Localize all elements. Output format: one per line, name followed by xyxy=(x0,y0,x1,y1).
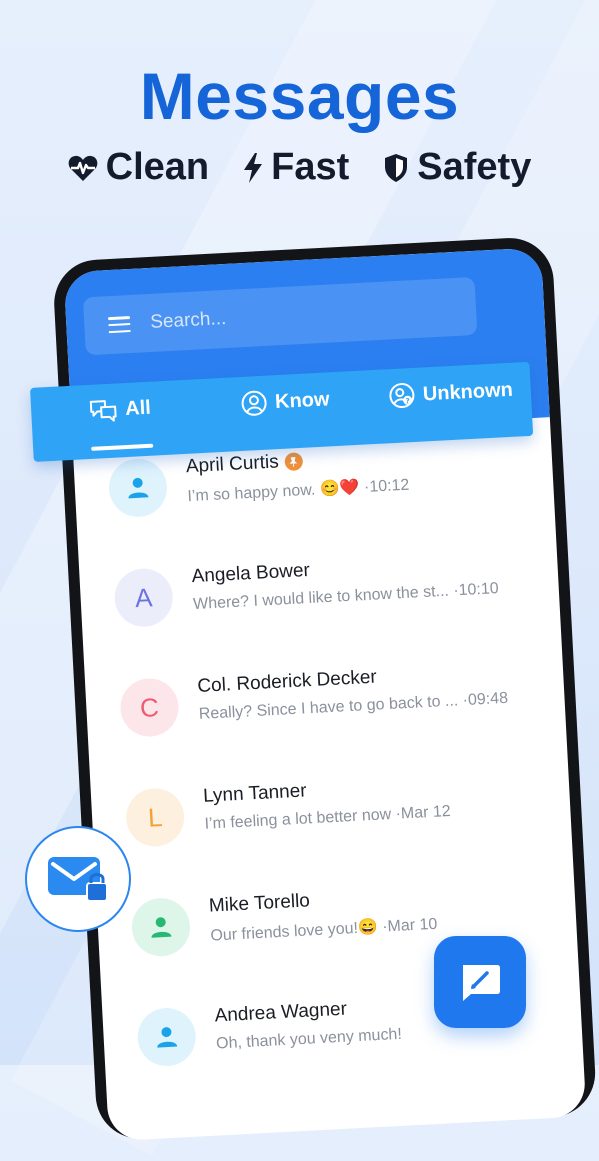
secure-mail-badge xyxy=(25,826,131,932)
compose-button[interactable] xyxy=(434,936,526,1028)
mail-lock-icon xyxy=(48,857,108,902)
feature-list: Clean Fast Safety xyxy=(0,146,599,189)
contact-name: Mike Torello xyxy=(208,890,311,917)
tab-all[interactable]: All xyxy=(89,396,152,423)
person-icon xyxy=(157,1027,178,1048)
avatar xyxy=(136,1006,198,1068)
message-preview: Our friends love you!😄 ·Mar 10 xyxy=(210,915,438,945)
tab-label: Unknown xyxy=(422,378,514,405)
menu-icon[interactable] xyxy=(107,315,131,334)
shield-icon xyxy=(385,153,408,182)
conversation-item-lynn-tanner[interactable]: L Lynn Tanner I’m feeling a lot better n… xyxy=(124,758,548,860)
contact-name: Andrea Wagner xyxy=(214,998,348,1027)
person-icon xyxy=(151,917,172,938)
active-tab-indicator xyxy=(91,443,154,451)
unknown-person-icon: ? xyxy=(389,383,415,409)
feature-label: Safety xyxy=(417,146,532,188)
feature-safety: Safety xyxy=(383,146,531,189)
page-title: Messages xyxy=(139,59,460,133)
message-preview: Oh, thank you veny much! xyxy=(215,1025,403,1053)
tab-unknown[interactable]: ? Unknown xyxy=(388,377,513,409)
pin-icon xyxy=(284,452,304,472)
tab-know[interactable]: Know xyxy=(240,386,330,417)
tab-label: Know xyxy=(274,387,330,413)
feature-fast: Fast xyxy=(243,146,349,189)
avatar xyxy=(107,457,169,519)
contact-name-text: April Curtis xyxy=(185,451,280,478)
contact-name: Col. Roderick Decker xyxy=(196,666,378,697)
compose-icon xyxy=(463,965,500,1001)
search-bar[interactable]: Search... xyxy=(82,276,478,356)
avatar-letter: A xyxy=(113,567,175,629)
chat-bubbles-icon xyxy=(89,400,117,422)
avatar-letter: C xyxy=(118,677,180,738)
contact-name: April Curtis xyxy=(185,450,304,478)
bolt-icon xyxy=(244,152,263,183)
conversation-item-angela-bower[interactable]: A Angela Bower Where? I would like to kn… xyxy=(113,538,537,640)
contact-name: Lynn Tanner xyxy=(202,780,308,807)
avatar xyxy=(130,896,192,958)
search-placeholder: Search... xyxy=(149,307,227,333)
svg-text:?: ? xyxy=(405,397,409,405)
feature-clean: Clean xyxy=(68,146,209,189)
feature-label: Fast xyxy=(271,146,350,188)
feature-label: Clean xyxy=(105,146,210,188)
message-preview: I’m feeling a lot better now ·Mar 12 xyxy=(204,802,452,833)
conversation-item-roderick-decker[interactable]: C Col. Roderick Decker Really? Since I h… xyxy=(118,648,542,750)
avatar-letter: L xyxy=(124,786,186,848)
person-icon xyxy=(128,477,149,499)
contact-name: Angela Bower xyxy=(191,559,311,588)
heart-pulse-icon xyxy=(68,155,97,181)
message-preview: I’m so happy now. 😊❤️ ·10:12 xyxy=(187,476,410,506)
tab-label: All xyxy=(124,396,152,420)
person-circle-icon xyxy=(241,390,267,416)
